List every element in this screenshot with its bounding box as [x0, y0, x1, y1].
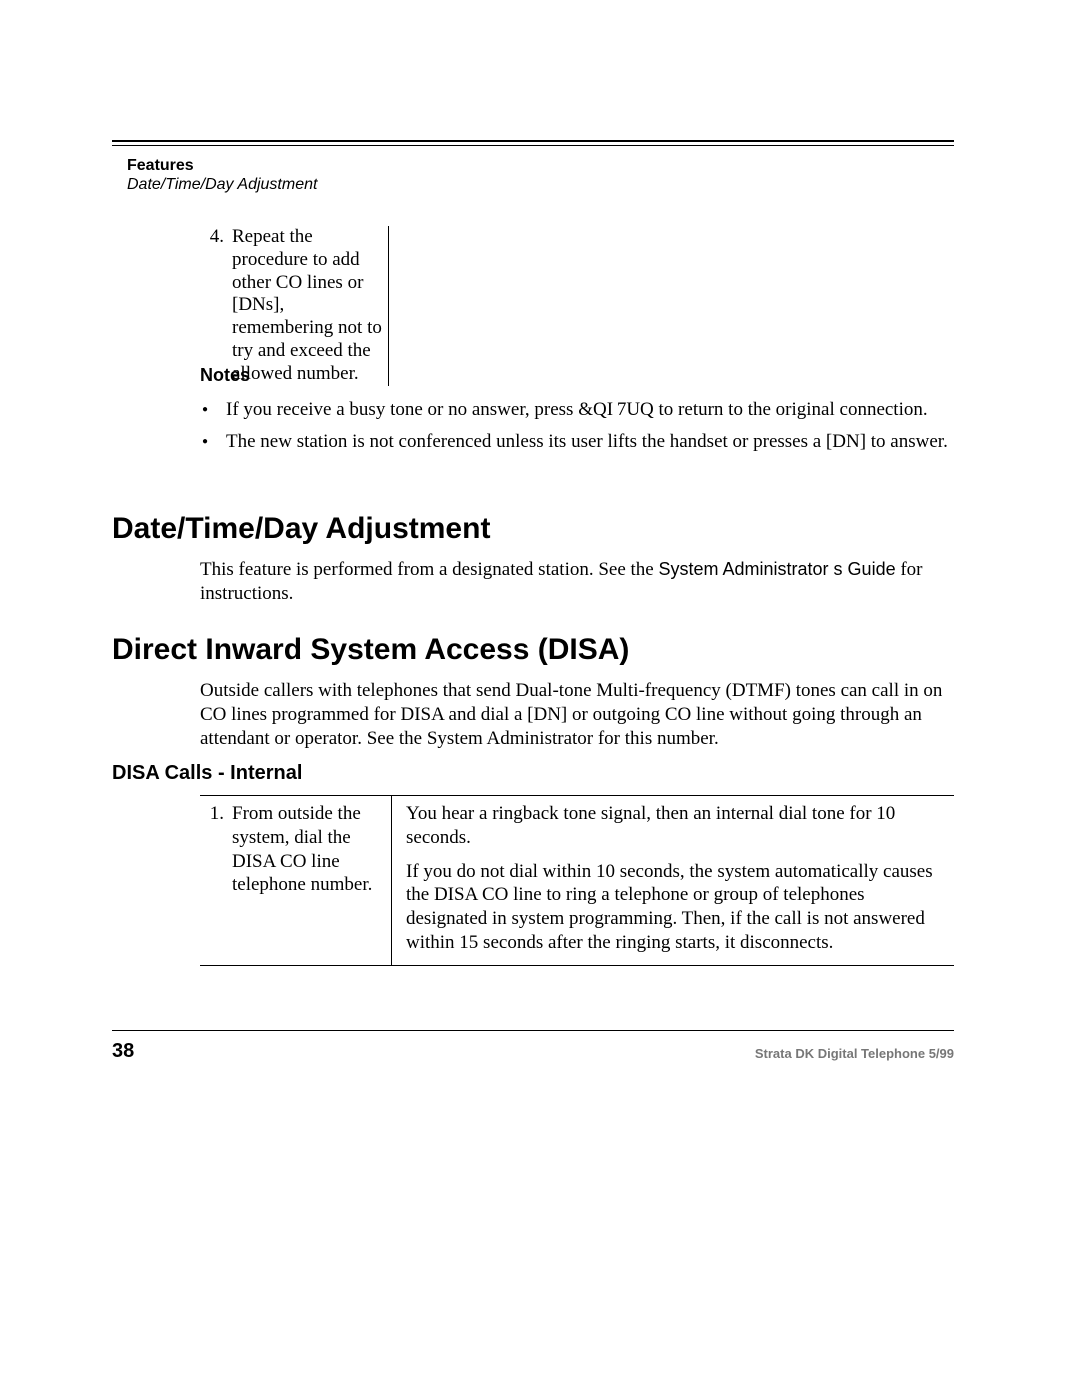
footer-doc-title: Strata DK Digital Telephone 5/99 — [755, 1046, 954, 1061]
table-step-text: From outside the system, dial the DISA C… — [232, 802, 381, 897]
header-breadcrumb: Date/Time/Day Adjustment — [127, 175, 317, 194]
table-result-p1: You hear a ringback tone signal, then an… — [406, 802, 950, 850]
note-item: The new station is not conferenced unles… — [200, 430, 950, 454]
footer-rule — [112, 1030, 954, 1031]
table-step-number: 1. — [200, 802, 224, 826]
datetime-guide-ref: System Administrator s Guide — [659, 559, 896, 579]
step-4-number: 4. — [200, 226, 224, 249]
header-rule — [112, 140, 954, 146]
table-result-p2: If you do not dial within 10 seconds, th… — [406, 860, 950, 955]
heading-disa: Direct Inward System Access (DISA) — [112, 632, 629, 668]
heading-datetime: Date/Time/Day Adjustment — [112, 511, 490, 547]
disa-table: 1. From outside the system, dial the DIS… — [200, 795, 954, 966]
step-4: 4. Repeat the procedure to add other CO … — [200, 226, 389, 386]
table-step-cell: 1. From outside the system, dial the DIS… — [200, 796, 392, 965]
datetime-pre: This feature is performed from a designa… — [200, 559, 659, 580]
datetime-mid: for — [896, 559, 923, 580]
table-result-cell: You hear a ringback tone signal, then an… — [392, 796, 954, 965]
datetime-body: This feature is performed from a designa… — [200, 558, 955, 606]
note-item: If you receive a busy tone or no answer,… — [200, 398, 950, 422]
datetime-post: instructions. — [200, 583, 293, 604]
header-features: Features — [127, 156, 317, 175]
table-row: 1. From outside the system, dial the DIS… — [200, 796, 954, 965]
step-4-text: Repeat the procedure to add other CO lin… — [232, 226, 388, 386]
notes-list: If you receive a busy tone or no answer,… — [200, 390, 950, 454]
notes-heading: Notes — [200, 365, 250, 386]
page-number: 38 — [112, 1040, 134, 1063]
page-header: Features Date/Time/Day Adjustment — [127, 156, 317, 194]
heading-disa-internal: DISA Calls - Internal — [112, 762, 302, 785]
disa-body: Outside callers with telephones that sen… — [200, 679, 955, 750]
page: Features Date/Time/Day Adjustment 4. Rep… — [0, 0, 1080, 1397]
